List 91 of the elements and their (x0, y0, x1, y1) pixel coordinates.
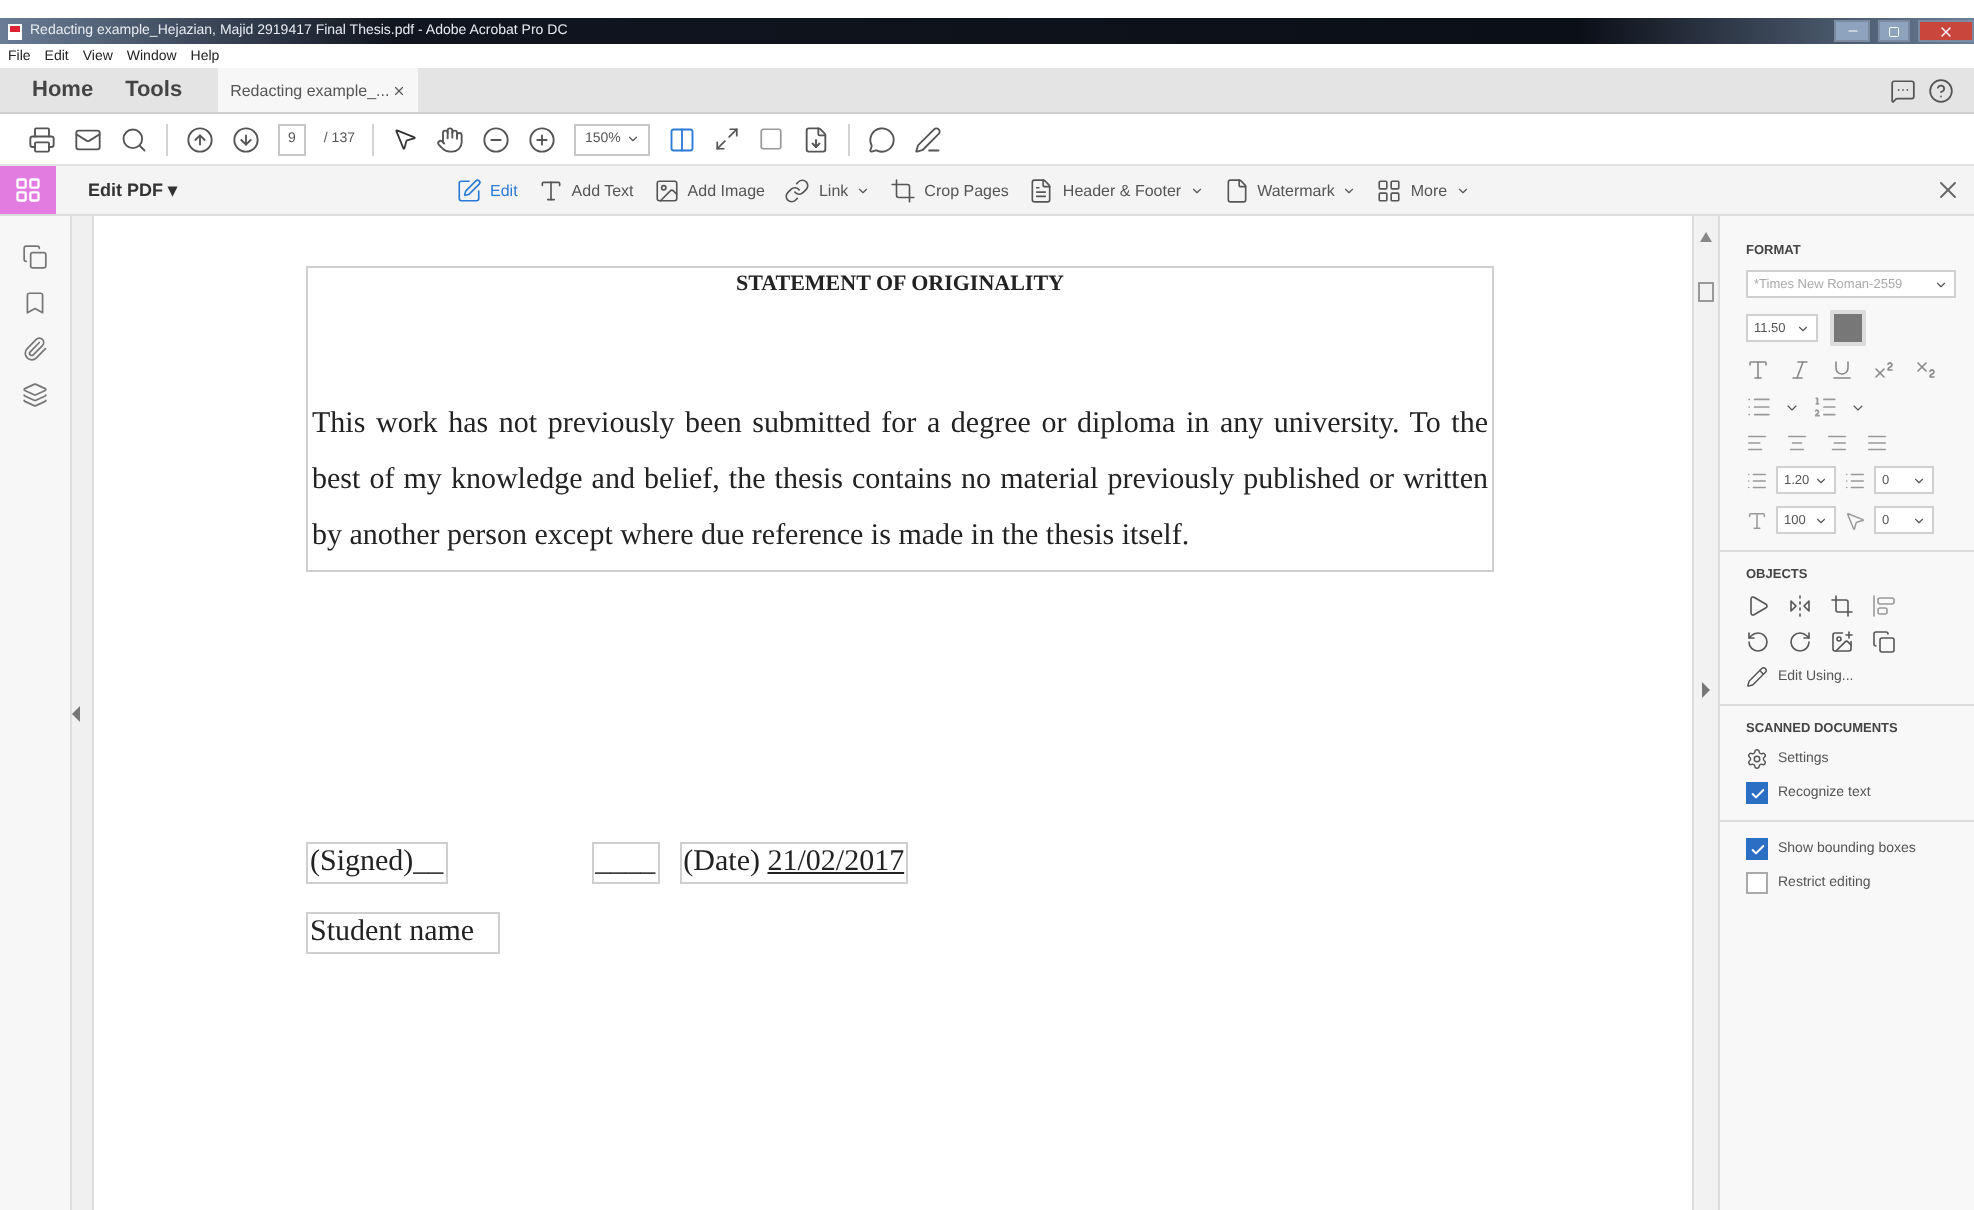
link-icon (784, 177, 811, 203)
caret-icon (626, 132, 641, 146)
maximize-button[interactable] (1878, 20, 1910, 42)
help-icon[interactable] (1928, 77, 1954, 103)
close-icon (1938, 23, 1954, 39)
text-icon[interactable] (1746, 358, 1770, 382)
hand-icon[interactable] (436, 125, 465, 153)
caret-icon (1814, 513, 1828, 527)
grid-icon (1376, 177, 1403, 203)
fit-width-icon[interactable] (714, 126, 741, 152)
panel-toggle-icon[interactable] (1698, 282, 1714, 302)
comment-icon[interactable] (1890, 77, 1916, 103)
tool-button[interactable]: Add Text (527, 177, 644, 203)
nav-tab[interactable]: Home (16, 68, 110, 112)
edit-icon (456, 177, 482, 203)
scale-icon[interactable] (1746, 509, 1768, 531)
zoom-out-icon[interactable] (482, 125, 511, 153)
align-left-icon[interactable] (1746, 432, 1768, 454)
bookmark-icon[interactable] (22, 290, 48, 316)
scroll-up-icon[interactable] (1700, 232, 1712, 242)
comment-icon[interactable] (868, 125, 897, 153)
maximize-icon (1888, 25, 1900, 37)
tool-button[interactable]: Add Image (643, 177, 775, 203)
triangle-icon[interactable] (1746, 594, 1770, 618)
align-center-icon[interactable] (1786, 432, 1808, 454)
print-icon[interactable] (28, 125, 56, 153)
image-icon (653, 177, 680, 203)
underline-icon[interactable] (1830, 358, 1854, 382)
settings-icon[interactable] (1746, 748, 1768, 770)
pen-icon[interactable] (914, 125, 943, 153)
expand-arrow-icon[interactable] (1701, 682, 1711, 698)
grid-icon (14, 176, 42, 204)
close-button[interactable] (1918, 20, 1974, 42)
document-heading: STATEMENT OF ORIGINALITY (733, 272, 1066, 296)
scroll-mode-icon[interactable] (802, 125, 831, 153)
caret-icon (1814, 473, 1828, 487)
tool-button[interactable]: More (1366, 177, 1480, 203)
rotate-left-icon[interactable] (1746, 630, 1770, 654)
rotate-right-icon[interactable] (1788, 630, 1812, 654)
tool-button[interactable]: Edit (446, 177, 528, 203)
checkbox[interactable] (1746, 782, 1768, 804)
tool-button[interactable]: Watermark (1213, 177, 1367, 203)
flip-icon[interactable] (1788, 594, 1812, 618)
arrow-up-icon[interactable] (186, 125, 214, 153)
mail-icon[interactable] (74, 125, 102, 153)
superscript-icon[interactable] (1872, 358, 1896, 382)
arrange-icon[interactable] (1872, 630, 1896, 654)
align-icon[interactable] (1872, 594, 1896, 618)
tool-button[interactable]: Crop Pages (880, 177, 1019, 203)
attachment-icon[interactable] (22, 336, 48, 362)
check-icon (1749, 785, 1765, 801)
subscript-icon[interactable] (1914, 358, 1938, 382)
crop-icon (890, 177, 917, 203)
close-icon[interactable] (392, 83, 407, 97)
italic-icon[interactable] (1788, 358, 1812, 382)
pages-icon[interactable] (22, 244, 48, 270)
caret-icon (1912, 513, 1926, 527)
check-icon (1749, 841, 1765, 857)
page-icon (1223, 177, 1250, 203)
caret-icon (1912, 473, 1926, 487)
replace-image-icon[interactable] (1830, 630, 1854, 654)
zoom-in-icon[interactable] (528, 125, 557, 153)
checkbox[interactable] (1746, 872, 1768, 894)
color-swatch[interactable] (1830, 310, 1866, 346)
nav-tab[interactable]: Tools (109, 68, 199, 112)
pointer-icon[interactable] (392, 126, 419, 152)
caret-icon (1796, 321, 1810, 335)
layers-icon[interactable] (22, 382, 48, 408)
document-tab[interactable]: Redacting example_... (218, 68, 419, 112)
fit-page-icon[interactable] (668, 125, 697, 153)
align-right-icon[interactable] (1826, 432, 1848, 454)
checkbox[interactable] (1746, 838, 1768, 860)
text-icon (537, 177, 564, 203)
justify-icon[interactable] (1866, 432, 1888, 454)
fullscreen-icon[interactable] (758, 126, 785, 152)
numbered-list-icon[interactable] (1812, 394, 1838, 420)
minimize-icon (1845, 24, 1859, 38)
caret-icon (1934, 277, 1948, 291)
crop-icon[interactable] (1830, 594, 1854, 618)
collapse-arrow-icon[interactable] (72, 705, 82, 721)
edit-pdf-tool[interactable] (0, 166, 56, 214)
edit-pdf-menu[interactable]: Edit PDF ▾ (76, 178, 446, 202)
close-icon[interactable] (1934, 176, 1962, 204)
tool-button[interactable]: Header & Footer (1018, 177, 1214, 203)
arrow-down-icon[interactable] (232, 125, 260, 153)
document-paragraph: This work has not previously been submitted for a degree or diploma in any university. To the best of my knowledge and belief, the thesis contains no material previously published or written by another person except where due reference is made in the thesis itself. (312, 406, 1488, 556)
app-icon (8, 23, 22, 39)
search-icon[interactable] (120, 125, 148, 153)
pencil-icon[interactable] (1746, 666, 1768, 688)
tool-button[interactable]: Link (774, 177, 881, 203)
document-icon (1028, 177, 1055, 203)
